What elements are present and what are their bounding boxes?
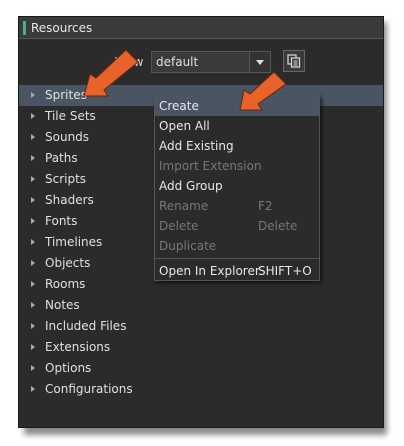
menu-item-label: Add Group [159,179,223,193]
menu-item-add-existing[interactable]: Add Existing [155,136,319,156]
tree-item-label: Extensions [45,340,111,354]
menu-item-import-extension: Import Extension [155,156,319,176]
triangle-right-icon[interactable] [31,365,35,371]
triangle-right-icon[interactable] [31,344,35,350]
panel-titlebar: Resources [19,17,383,39]
menu-item-shortcut: SHIFT+O [258,264,312,278]
title-accent-bar [23,21,26,35]
menu-item-label: Create [159,99,199,113]
triangle-right-icon[interactable] [31,260,35,266]
tree-item-label: Objects [45,256,91,270]
panel-title: Resources [31,21,93,35]
menu-item-label: Open In Explorer [159,264,260,278]
triangle-right-icon[interactable] [31,386,35,392]
menu-item-label: Import Extension [159,159,262,173]
menu-item-shortcut: Delete [258,219,298,233]
menu-item-shortcut: F2 [258,199,273,213]
tree-item-label: Fonts [45,214,78,228]
menu-item-label: Delete [159,219,199,233]
triangle-right-icon[interactable] [31,239,35,245]
menu-item-rename: Rename F2 [155,196,319,216]
copy-view-button[interactable] [283,50,305,72]
menu-item-label: Open All [159,119,210,133]
menu-item-duplicate: Duplicate [155,236,319,256]
menu-item-create[interactable]: Create [155,96,319,116]
menu-item-add-group[interactable]: Add Group [155,176,319,196]
menu-item-label: Rename [159,199,209,213]
menu-item-label: Add Existing [159,139,234,153]
tree-item-configurations[interactable]: Configurations [19,379,383,400]
triangle-right-icon[interactable] [31,92,35,98]
triangle-right-icon[interactable] [31,323,35,329]
triangle-right-icon[interactable] [31,302,35,308]
menu-item-delete: Delete Delete [155,216,319,236]
triangle-right-icon[interactable] [31,134,35,140]
triangle-right-icon[interactable] [31,113,35,119]
menu-item-open-in-explorer[interactable]: Open In Explorer SHIFT+O [155,261,319,281]
view-label: View [115,55,144,69]
triangle-right-icon[interactable] [31,197,35,203]
triangle-right-icon[interactable] [31,155,35,161]
tree-item-label: Configurations [45,382,133,396]
menu-separator [155,258,319,259]
menu-item-open-all[interactable]: Open All [155,116,319,136]
tree-item-included-files[interactable]: Included Files [19,316,383,337]
tree-item-label: Sounds [45,130,90,144]
context-menu: Create Open All Add Existing Import Exte… [154,95,320,281]
menu-item-label: Duplicate [159,239,217,253]
tree-item-label: Included Files [45,319,127,333]
view-select-dropdown-button[interactable] [249,52,270,72]
tree-item-notes[interactable]: Notes [19,295,383,316]
chevron-down-icon [256,60,264,65]
tree-item-label: Options [45,361,92,375]
tree-item-options[interactable]: Options [19,358,383,379]
tree-item-extensions[interactable]: Extensions [19,337,383,358]
tree-item-label: Tile Sets [45,109,96,123]
tree-item-label: Notes [45,298,80,312]
tree-item-label: Shaders [45,193,94,207]
tree-item-label: Scripts [45,172,87,186]
view-select[interactable]: default [151,51,271,73]
triangle-right-icon[interactable] [31,281,35,287]
tree-item-label: Timelines [45,235,103,249]
triangle-right-icon[interactable] [31,176,35,182]
view-select-value: default [156,55,199,69]
tree-item-label: Rooms [45,277,86,291]
tree-item-label: Sprites [45,88,87,102]
copy-icon [287,54,301,68]
tree-item-label: Paths [45,151,78,165]
triangle-right-icon[interactable] [31,218,35,224]
